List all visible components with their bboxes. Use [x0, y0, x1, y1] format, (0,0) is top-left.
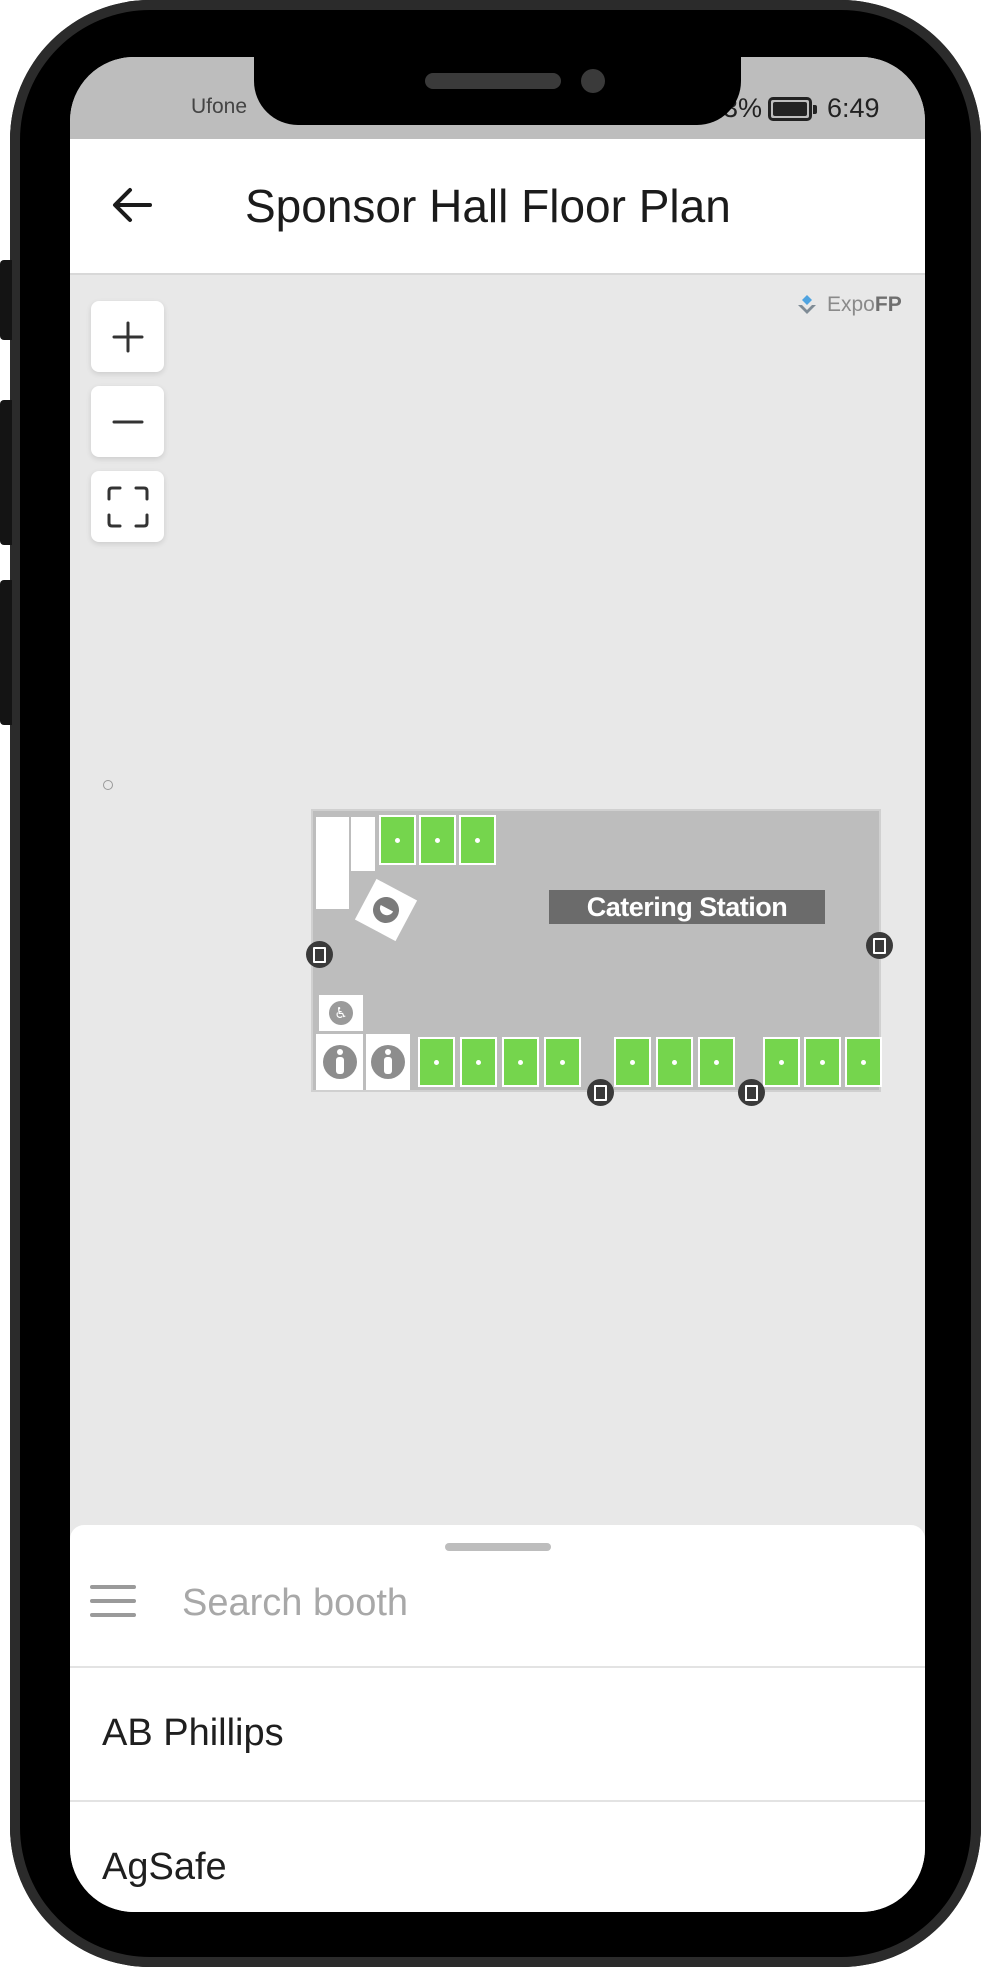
restroom — [366, 1034, 410, 1090]
speaker-grille — [425, 73, 561, 89]
list-item[interactable]: AB Phillips — [70, 1668, 925, 1800]
wheelchair-icon: ♿ — [329, 1001, 353, 1025]
minus-icon — [112, 420, 143, 423]
volume-up-button — [0, 400, 12, 545]
restroom — [316, 1034, 363, 1090]
app-header: Sponsor Hall Floor Plan — [70, 139, 925, 275]
booth[interactable] — [502, 1037, 539, 1087]
food-icon — [368, 892, 404, 928]
fullscreen-icon — [107, 486, 148, 527]
booth[interactable] — [656, 1037, 693, 1087]
sheet-drag-handle[interactable] — [445, 1543, 551, 1551]
phone-screen: Ufone 3% 6:49 Sponsor Hall Floor Plan Ex… — [70, 57, 925, 1912]
booth[interactable] — [418, 1037, 455, 1087]
hamburger-menu-icon[interactable] — [90, 1581, 136, 1621]
list-item[interactable]: AgSafe — [70, 1802, 925, 1912]
exhibitor-name: AgSafe — [102, 1846, 227, 1888]
exit-icon — [587, 1079, 614, 1106]
booth-list-sheet: AB Phillips AgSafe — [70, 1525, 925, 1912]
zoom-in-button[interactable] — [91, 301, 164, 372]
food-service-sign — [354, 878, 418, 942]
restroom-person-icon — [371, 1045, 405, 1079]
brand-name-suffix: FP — [874, 293, 902, 316]
exit-icon — [866, 932, 893, 959]
volume-down-button — [0, 580, 12, 725]
status-bar: Ufone 3% 6:49 — [70, 57, 925, 139]
plus-icon — [112, 321, 143, 352]
map-marker-dot — [103, 780, 113, 790]
booth[interactable] — [614, 1037, 651, 1087]
booth[interactable] — [804, 1037, 841, 1087]
page-title: Sponsor Hall Floor Plan — [245, 180, 731, 232]
booth[interactable] — [379, 815, 416, 865]
restroom-person-icon — [322, 1045, 357, 1079]
arrow-left-icon — [113, 188, 152, 222]
status-time: 6:49 — [827, 93, 880, 123]
battery-icon — [768, 97, 817, 121]
booth[interactable] — [419, 815, 456, 865]
fit-to-screen-button[interactable] — [91, 471, 164, 542]
booth[interactable] — [845, 1037, 882, 1087]
storage-block — [351, 817, 375, 871]
zoom-out-button[interactable] — [91, 386, 164, 457]
exit-icon — [306, 941, 333, 968]
catering-station-label[interactable]: Catering Station — [549, 890, 825, 924]
exit-icon — [738, 1079, 765, 1106]
search-booth-input[interactable] — [182, 1571, 882, 1635]
booth[interactable] — [460, 1037, 497, 1087]
exhibitor-name: AB Phillips — [102, 1712, 284, 1754]
booth[interactable] — [459, 815, 496, 865]
booth[interactable] — [544, 1037, 581, 1087]
brand-name-prefix: Expo — [827, 293, 875, 316]
booth[interactable] — [763, 1037, 800, 1087]
expofp-logo: ExpoFP — [795, 293, 902, 317]
expofp-logo-icon — [798, 295, 816, 314]
booth[interactable] — [698, 1037, 735, 1087]
notch — [254, 57, 741, 125]
hall-floor-plan: Catering Station ♿ — [306, 809, 893, 1106]
accessible-facility: ♿ — [319, 995, 363, 1031]
front-camera — [581, 69, 605, 93]
carrier-name: Ufone — [191, 95, 248, 118]
storage-block — [316, 817, 349, 909]
back-button[interactable] — [104, 177, 160, 233]
mute-switch — [0, 260, 12, 340]
floor-plan-map[interactable]: ExpoFP Catering Station ♿ — [70, 275, 925, 1585]
